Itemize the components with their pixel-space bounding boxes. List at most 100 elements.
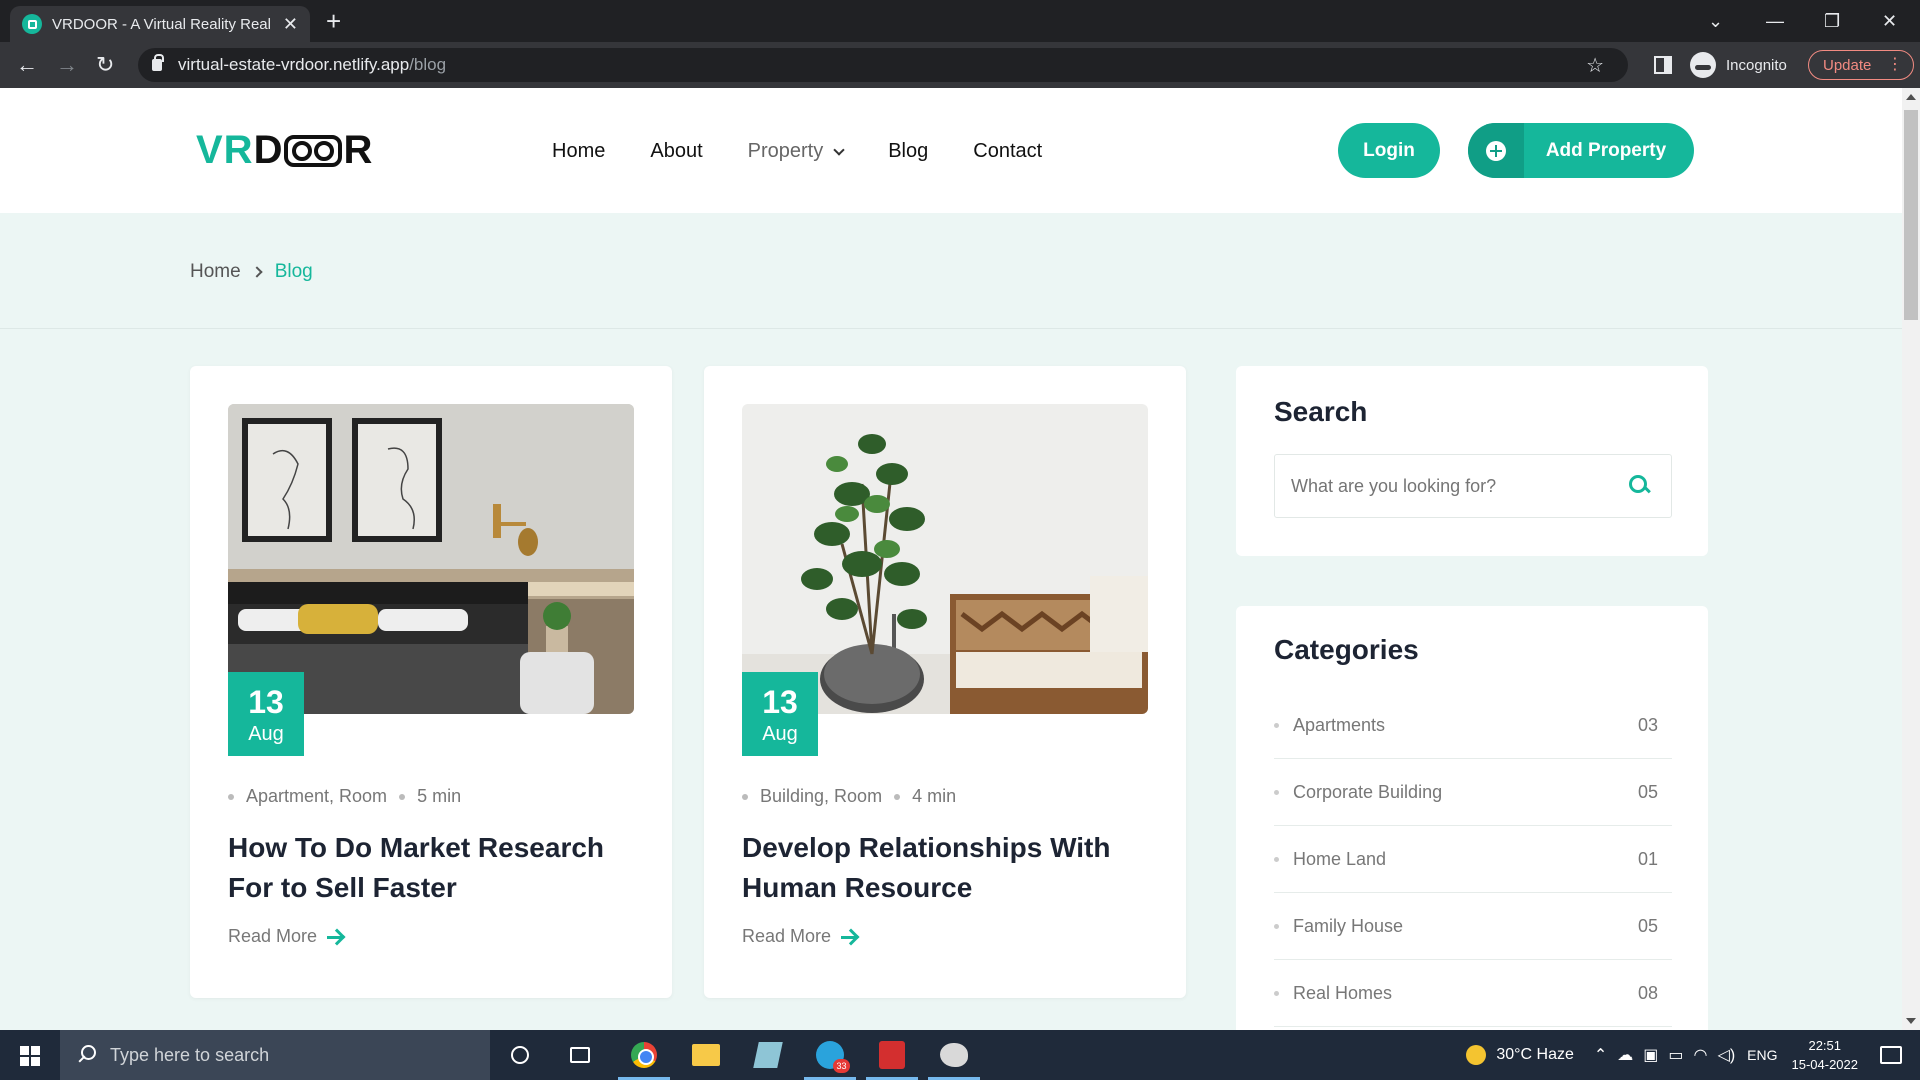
bullet-icon — [399, 793, 406, 800]
post-date-badge: 13 Aug — [228, 672, 304, 756]
tray-overflow-chevron-icon[interactable]: ⌃ — [1594, 1045, 1607, 1065]
bullet-icon — [1274, 789, 1279, 795]
bullet-icon — [1274, 990, 1279, 996]
category-item[interactable]: Family House 05 — [1274, 893, 1672, 960]
onedrive-cloud-icon[interactable]: ☁ — [1617, 1045, 1633, 1065]
blog-image-plant-room[interactable] — [742, 404, 1148, 714]
notes-app-icon[interactable] — [748, 1038, 788, 1072]
windows-start-icon[interactable] — [20, 1046, 40, 1066]
post-categories[interactable]: Apartment, Room — [246, 786, 387, 807]
category-item[interactable]: Corporate Building 05 — [1274, 759, 1672, 826]
address-bar[interactable]: virtual-estate-vrdoor.netlify.app/blog ☆ — [138, 48, 1628, 82]
tab-search-chevron-icon[interactable]: ⌄ — [1708, 0, 1723, 42]
incognito-indicator[interactable]: Incognito — [1690, 52, 1787, 78]
post-title[interactable]: Develop Relationships With Human Resourc… — [742, 828, 1142, 908]
language-indicator[interactable]: ENG — [1747, 1047, 1777, 1063]
file-explorer-icon[interactable] — [686, 1038, 726, 1072]
main-nav: Home About Property Blog Contact — [552, 140, 1087, 163]
bullet-icon — [1274, 722, 1279, 728]
browser-tab[interactable]: VRDOOR - A Virtual Reality Real E ✕ — [10, 6, 310, 42]
battery-icon[interactable]: ▭ — [1668, 1045, 1683, 1065]
blog-image-bedroom[interactable] — [228, 404, 634, 714]
telegram-badge: 33 — [833, 1059, 850, 1073]
cortana-icon[interactable] — [500, 1038, 540, 1072]
notification-center-icon[interactable] — [1880, 1046, 1902, 1064]
new-tab-button[interactable]: + — [326, 6, 341, 36]
bullet-icon — [1274, 856, 1279, 862]
scrollbar-thumb[interactable] — [1904, 110, 1918, 320]
tab-title: VRDOOR - A Virtual Reality Real E — [52, 15, 275, 33]
bookmark-star-icon[interactable]: ☆ — [1586, 53, 1604, 78]
site-logo[interactable]: VR D R — [196, 128, 373, 173]
bullet-icon — [1274, 923, 1279, 929]
post-meta: Apartment, Room 5 min — [228, 786, 461, 807]
meet-now-icon[interactable]: ▣ — [1643, 1045, 1658, 1065]
side-panel-icon[interactable] — [1654, 56, 1672, 74]
nav-contact[interactable]: Contact — [973, 140, 1042, 163]
telegram-icon[interactable]: 33 — [804, 1038, 856, 1080]
read-more-link[interactable]: Read More — [228, 926, 345, 947]
taskbar-clock[interactable]: 22:51 15-04-2022 — [1792, 1036, 1859, 1074]
close-tab-icon[interactable]: ✕ — [283, 14, 298, 35]
category-item[interactable]: Apartments 03 — [1274, 692, 1672, 759]
read-more-label: Read More — [742, 926, 832, 946]
nav-property[interactable]: Property — [748, 140, 845, 163]
scroll-down-arrow-icon[interactable] — [1906, 1018, 1916, 1024]
incognito-icon — [1690, 52, 1716, 78]
wifi-icon[interactable]: ◠ — [1694, 1045, 1708, 1065]
acrobat-icon[interactable] — [866, 1038, 918, 1080]
taskbar-search[interactable]: Type here to search — [60, 1030, 490, 1080]
search-icon[interactable] — [1629, 475, 1651, 497]
back-arrow-icon[interactable]: ← — [16, 52, 38, 78]
volume-icon[interactable]: ◁) — [1718, 1045, 1736, 1065]
post-read-time: 5 min — [417, 786, 462, 806]
more-menu-icon[interactable]: ⋮ — [1887, 55, 1903, 75]
lock-icon — [152, 54, 164, 71]
scroll-up-arrow-icon[interactable] — [1906, 94, 1916, 100]
post-month: Aug — [762, 723, 798, 745]
update-label: Update — [1823, 56, 1872, 74]
search-widget: Search — [1236, 366, 1708, 556]
category-count: 08 — [1637, 982, 1658, 1003]
plus-circle-icon — [1468, 123, 1524, 178]
url-path: /blog — [409, 55, 447, 74]
minimize-icon[interactable]: — — [1766, 0, 1784, 42]
site-header: VR D R Home About Property Blog Contact … — [0, 88, 1902, 213]
post-day: 13 — [762, 684, 798, 720]
category-name: Real Homes — [1293, 982, 1393, 1003]
search-input[interactable] — [1291, 475, 1611, 497]
arrow-right-icon — [327, 930, 345, 944]
categories-widget-title: Categories — [1274, 634, 1419, 665]
category-item[interactable]: Home Land 01 — [1274, 826, 1672, 893]
post-meta: Building, Room 4 min — [742, 786, 956, 807]
weather-moon-icon[interactable] — [1466, 1045, 1487, 1065]
logo-vr: VR — [196, 128, 254, 172]
forward-arrow-icon[interactable]: → — [56, 52, 78, 78]
search-widget-title: Search — [1274, 396, 1368, 427]
nav-about[interactable]: About — [650, 140, 702, 163]
nav-home[interactable]: Home — [552, 140, 605, 163]
paint-icon[interactable] — [928, 1038, 980, 1080]
post-categories[interactable]: Building, Room — [760, 786, 882, 807]
add-property-button[interactable]: Add Property — [1468, 123, 1694, 178]
login-button[interactable]: Login — [1338, 123, 1440, 178]
chrome-icon[interactable] — [618, 1038, 670, 1080]
search-field[interactable] — [1274, 454, 1672, 518]
weather-text[interactable]: 30°C Haze — [1496, 1046, 1574, 1064]
read-more-link[interactable]: Read More — [742, 926, 859, 947]
reload-icon[interactable]: ↻ — [96, 52, 114, 78]
window-close-icon[interactable]: ✕ — [1882, 0, 1897, 42]
post-title[interactable]: How To Do Market Research For to Sell Fa… — [228, 828, 628, 908]
chevron-down-icon — [833, 143, 845, 156]
restore-icon[interactable]: ❐ — [1824, 0, 1840, 42]
task-view-icon[interactable] — [560, 1038, 600, 1072]
logo-d: D — [253, 128, 284, 172]
clock-date: 15-04-2022 — [1791, 1057, 1859, 1072]
category-name: Family House — [1293, 915, 1404, 936]
nav-blog[interactable]: Blog — [888, 140, 928, 163]
category-count: 03 — [1637, 714, 1658, 735]
category-item[interactable]: Real Homes 08 — [1274, 960, 1672, 1027]
update-button[interactable]: Update ⋮ — [1808, 50, 1914, 80]
page-scrollbar[interactable] — [1902, 88, 1920, 1030]
breadcrumb-home[interactable]: Home — [190, 261, 241, 283]
